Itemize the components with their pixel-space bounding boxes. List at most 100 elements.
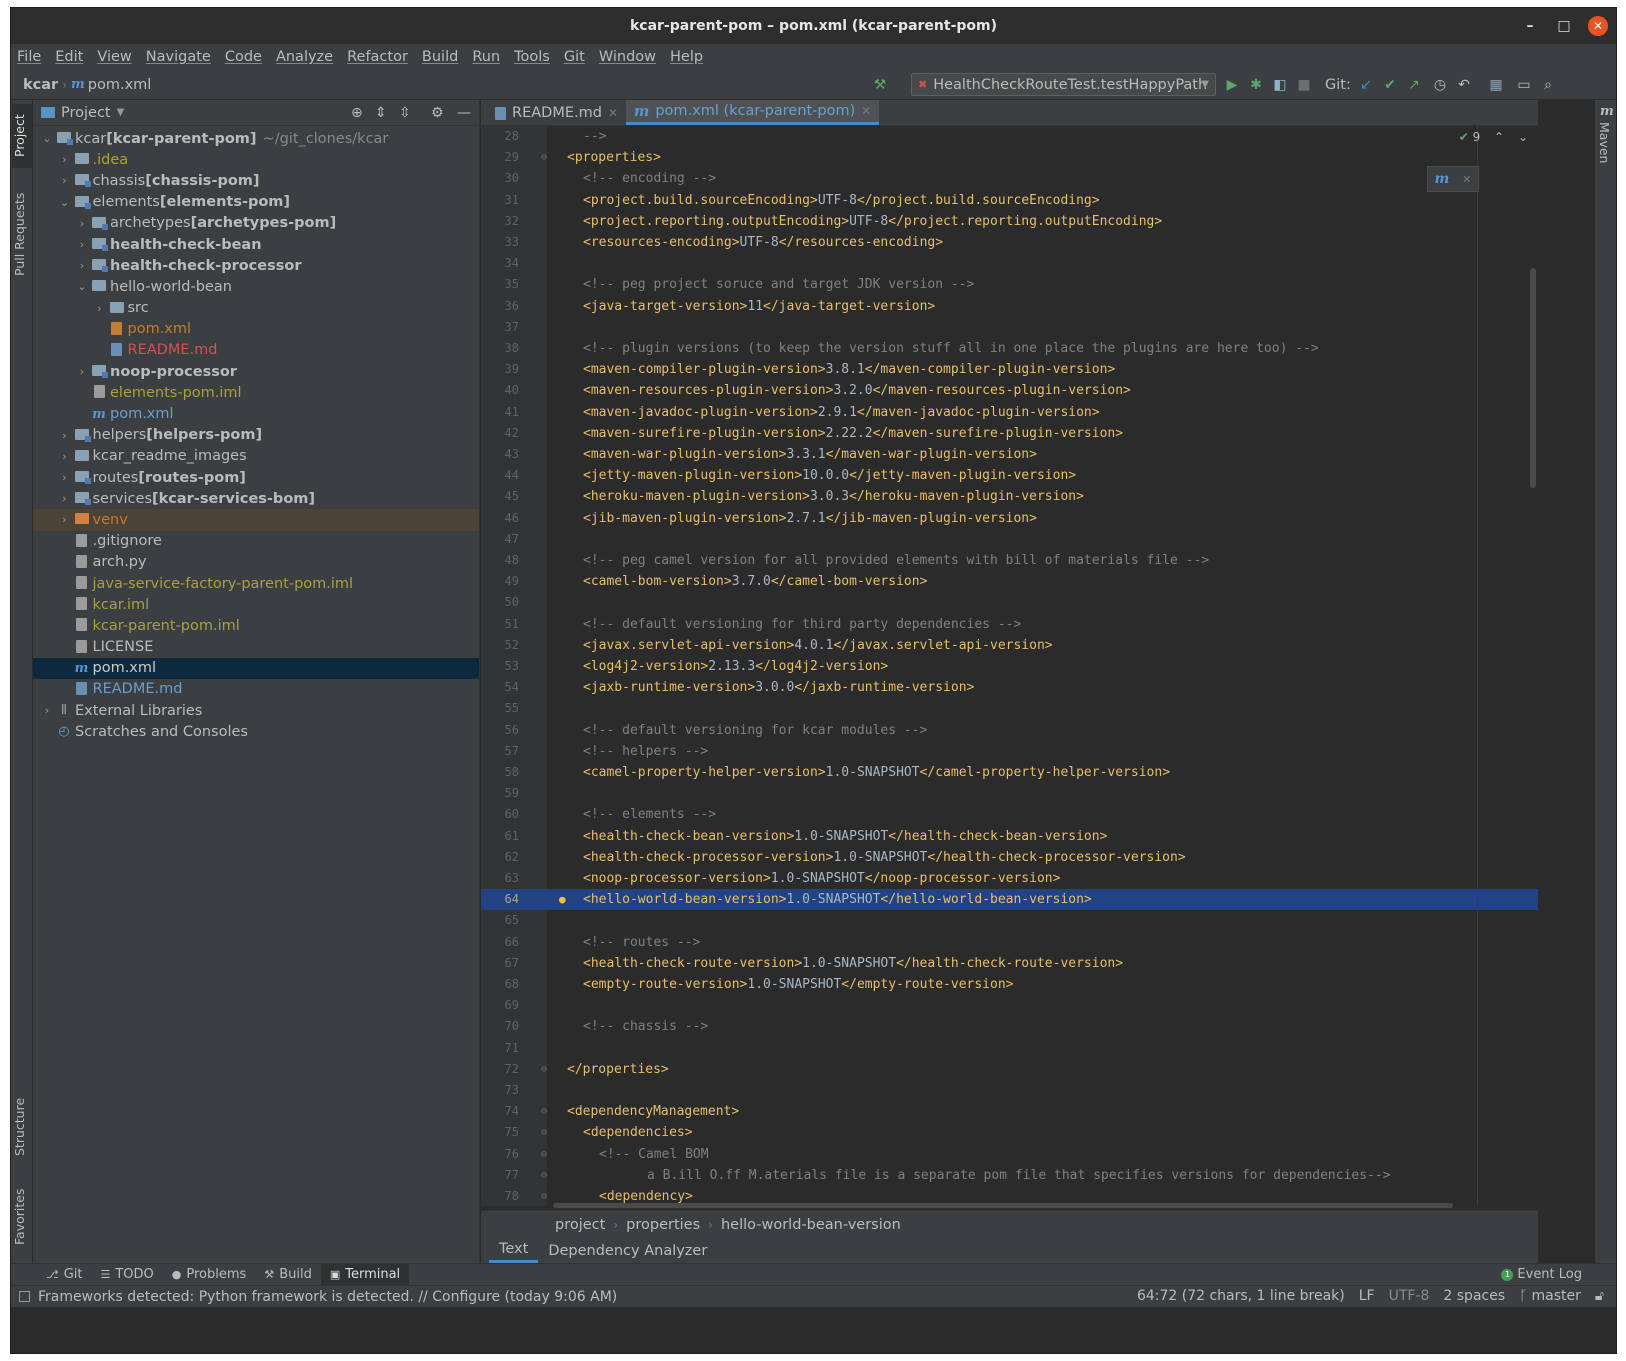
git-commit-icon[interactable]: ✔ [1381,76,1399,94]
chevron-right-icon[interactable]: › [57,492,73,505]
chevron-up-icon[interactable]: ⌃ [1494,130,1504,144]
tree-item[interactable]: › services [kcar-services-bom] [33,488,479,509]
expand-all-icon[interactable]: ⇕ [375,105,387,121]
run-icon[interactable]: ▶ [1223,76,1241,94]
nav-crumb-root[interactable]: kcar [23,77,58,93]
project-panel-title[interactable]: Project [61,105,111,121]
breadcrumb-item[interactable]: properties [626,1217,700,1233]
chevron-right-icon[interactable]: › [74,365,90,378]
tree-item[interactable]: › .idea [33,149,479,170]
chevron-right-icon[interactable]: › [57,174,73,187]
caret-position[interactable]: 64:72 (72 chars, 1 line break) [1137,1288,1345,1304]
fold-icon[interactable]: ⊖ [541,1186,547,1206]
menu-refactor[interactable]: Refactor [347,49,408,65]
inspection-widget[interactable]: ✔ 9 ⌃ ⌄ [1459,130,1528,144]
tool-window-problems[interactable]: ● Problems [163,1264,256,1285]
chevron-down-icon[interactable]: ⌄ [74,280,90,293]
status-toggle-icon[interactable] [19,1291,30,1302]
git-branch-widget[interactable]: ᚴ master [1519,1288,1581,1304]
chevron-down-icon[interactable]: ⌄ [1518,130,1528,144]
tree-item[interactable]: LICENSE [33,637,479,658]
project-tool-tab[interactable]: Project [12,104,32,168]
event-log-button[interactable]: 1 Event Log [1501,1267,1582,1282]
close-icon[interactable]: ✕ [861,104,871,118]
search-icon[interactable]: ⌕ [1539,76,1557,94]
tool-window-build[interactable]: ⚒ Build [255,1264,321,1285]
tree-item[interactable]: ◴ Scratches and Consoles [33,721,479,742]
chevron-right-icon[interactable]: › [57,513,73,526]
hide-panel-icon[interactable]: — [457,105,471,121]
chevron-down-icon[interactable]: ⌄ [39,132,55,145]
nav-crumb-file[interactable]: pom.xml [88,77,152,93]
fold-icon[interactable]: ⊖ [541,1122,547,1143]
tool-window-todo[interactable]: ☰ TODO [91,1264,162,1285]
menu-edit[interactable]: Edit [55,49,83,65]
lightbulb-icon[interactable]: ● [559,889,566,910]
gear-icon[interactable]: ⚙ [431,105,444,121]
tree-item[interactable]: kcar.iml [33,594,479,615]
chevron-right-icon[interactable]: › [57,153,73,166]
history-icon[interactable]: ◷ [1431,76,1449,94]
tree-item[interactable]: › kcar_readme_images [33,446,479,467]
fold-icon[interactable]: ⊖ [541,1165,547,1186]
minimize-button[interactable]: – [1520,16,1540,36]
tree-item[interactable]: pom.xml [33,319,479,340]
fold-icon[interactable]: ⊖ [541,1059,547,1080]
project-structure-icon[interactable]: ▦ [1487,76,1505,94]
code-editor[interactable]: 28 --> 29 ⊖ <properties> 30 <!-- encoding --> 3… [481,126,1538,1206]
chevron-right-icon[interactable]: › [74,259,90,272]
coverage-icon[interactable]: ◧ [1271,76,1289,94]
indent-setting[interactable]: 2 spaces [1443,1288,1505,1304]
tree-item[interactable]: kcar-parent-pom.iml [33,615,479,636]
tree-item[interactable]: README.md [33,340,479,361]
menu-navigate[interactable]: Navigate [146,49,211,65]
tree-item[interactable]: › archetypes [archetypes-pom] [33,213,479,234]
tree-item[interactable]: elements-pom.iml [33,382,479,403]
chevron-down-icon[interactable]: ▼ [117,107,125,118]
tree-item[interactable]: ⌄ elements [elements-pom] [33,192,479,213]
editor-tab[interactable]: m pom.xml (kcar-parent-pom) ✕ [626,100,880,125]
tree-item[interactable]: m pom.xml [33,403,479,424]
chevron-right-icon[interactable]: › [57,471,73,484]
line-separator[interactable]: LF [1359,1288,1375,1304]
maven-tool-tab[interactable]: Maven [1597,122,1612,163]
tree-item[interactable]: › routes [routes-pom] [33,467,479,488]
status-message[interactable]: Frameworks detected: Python framework is… [38,1289,617,1305]
menu-git[interactable]: Git [564,49,585,65]
lock-icon[interactable]: 🔓︎ [1595,1288,1604,1304]
maximize-button[interactable]: □ [1554,16,1574,36]
menu-build[interactable]: Build [422,49,458,65]
chevron-right-icon[interactable]: › [74,238,90,251]
maven-reload-icon[interactable]: m [1434,171,1449,187]
structure-tool-tab[interactable]: Structure [12,1092,32,1162]
hammer-icon[interactable]: ⚒ [871,76,889,94]
menu-run[interactable]: Run [472,49,500,65]
chevron-down-icon[interactable]: ⌄ [57,196,73,209]
tool-window-git[interactable]: ⎇ Git [37,1264,91,1285]
run-configuration-select[interactable]: ✖ HealthCheckRouteTest.testHappyPath ▼ [911,73,1216,96]
editor-tab[interactable]: README.md ✕ [487,100,626,125]
menu-help[interactable]: Help [670,49,703,65]
tree-item[interactable]: README.md [33,679,479,700]
tree-item[interactable]: › helpers [helpers-pom] [33,425,479,446]
close-icon[interactable]: ✕ [608,106,618,120]
tool-window-terminal[interactable]: ▣ Terminal [320,1264,410,1285]
breadcrumb-item[interactable]: hello-world-bean-version [721,1217,901,1233]
tree-item[interactable]: ⌄ hello-world-bean [33,276,479,297]
tree-item[interactable]: › health-check-bean [33,234,479,255]
locate-icon[interactable]: ⊕ [351,105,363,121]
horizontal-scrollbar[interactable] [553,1203,1453,1208]
menu-file[interactable]: File [17,49,41,65]
tree-item[interactable]: › Ⅱ External Libraries [33,700,479,721]
chevron-right-icon[interactable]: › [57,429,73,442]
fold-icon[interactable]: ⊖ [541,1101,547,1122]
git-update-icon[interactable]: ↙ [1357,76,1375,94]
chevron-right-icon[interactable]: › [57,450,73,463]
tree-item[interactable]: › venv [33,509,479,531]
tree-item[interactable]: arch.py [33,552,479,573]
debug-icon[interactable]: ✱ [1247,76,1265,94]
chevron-right-icon[interactable]: › [92,302,108,315]
tree-item[interactable]: › noop-processor [33,361,479,382]
pull-requests-tool-tab[interactable]: Pull Requests [12,186,32,282]
collapse-all-icon[interactable]: ⇳ [399,105,411,121]
